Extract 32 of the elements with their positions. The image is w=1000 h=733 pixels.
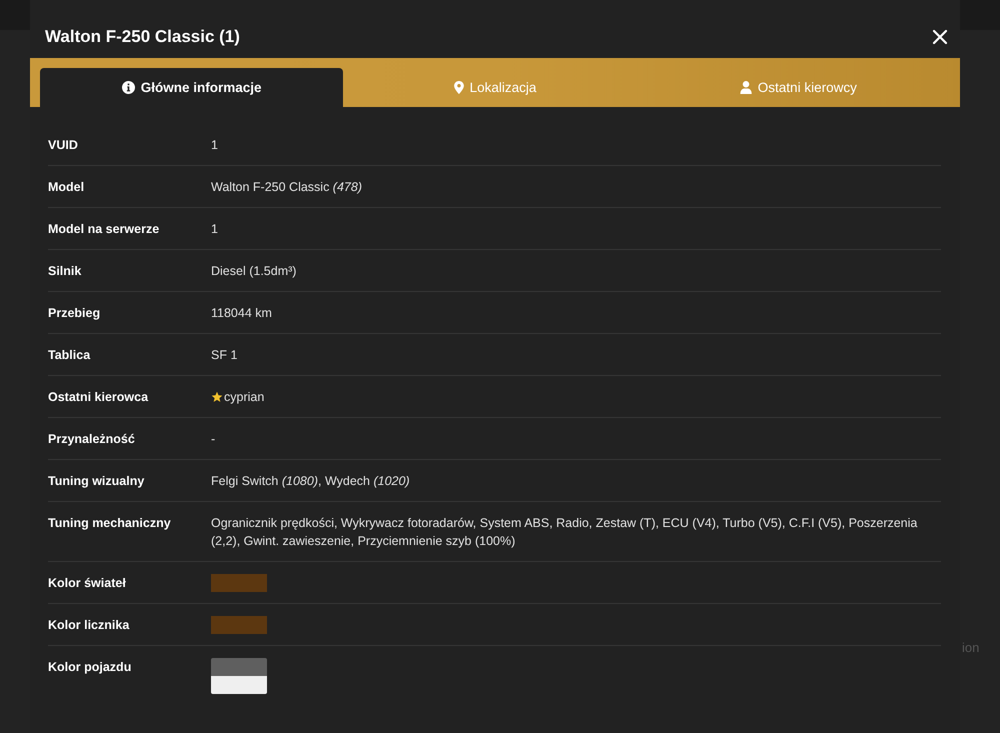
field-label: Przynależność [48, 431, 136, 448]
close-icon [932, 29, 948, 45]
field-value: - [211, 431, 216, 448]
field-value: Felgi Switch (1080), Wydech (1020) [211, 473, 411, 490]
field-label: VUID [48, 137, 79, 154]
field-label: Silnik [48, 263, 82, 280]
field-label: Ostatni kierowca [48, 389, 150, 406]
info-icon [122, 81, 135, 94]
field-value: SF 1 [211, 347, 238, 364]
map-pin-icon [454, 81, 464, 94]
field-label: Tuning wizualny [48, 473, 146, 490]
modal-title: Walton F-250 Classic (1) [45, 27, 240, 47]
field-value: 1 [211, 221, 219, 238]
field-label: Tuning mechaniczny [48, 515, 172, 532]
field-label: Tablica [48, 347, 92, 364]
field-label: Kolor pojazdu [48, 659, 132, 676]
user-icon [740, 81, 752, 94]
tab[interactable]: Lokalizacja [343, 68, 647, 107]
tab[interactable]: Ostatni kierowcy [646, 68, 950, 107]
close-button[interactable] [930, 27, 950, 47]
tab[interactable]: Główne informacje [40, 68, 344, 107]
driver-name: cyprian [224, 389, 264, 406]
field-value: 1 [211, 137, 219, 154]
field-value: Ogranicznik prędkości, Wykrywacz fotoradarów, System ABS, Radio, Zestaw (T), ECU (V4), Turbo (V5), C.F.I (V5), Poszerzenia (2,2), Gwint. zawieszenie, Przyciemnienie szyb (100%) [211, 515, 918, 550]
field-label: Przebieg [48, 305, 102, 322]
field-value: 118044 km [211, 305, 273, 322]
field-label: Kolor licznika [48, 617, 130, 634]
field-value: Walton F-250 Classic (478) [211, 179, 363, 196]
field-label: Model na serwerze [48, 221, 160, 238]
field-value: Diesel (1.5dm³) [211, 263, 298, 280]
field-label: Kolor świateł [48, 575, 127, 592]
field-label: Model [48, 179, 86, 196]
